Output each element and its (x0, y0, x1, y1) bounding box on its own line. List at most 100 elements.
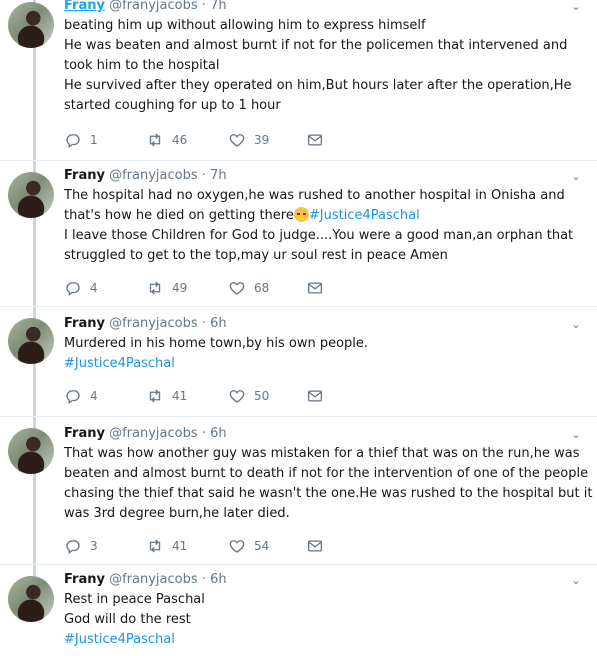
tweet[interactable]: Frany @franyjacobs · 7h The hospital had… (0, 160, 597, 307)
tweet-header: Frany @franyjacobs · 6h (64, 426, 567, 442)
author-name[interactable]: Frany (64, 572, 105, 587)
chevron-down-icon[interactable]: ⌄ (569, 428, 583, 442)
reply-count: 1 (90, 133, 98, 147)
retweet-icon (149, 389, 161, 403)
text-line: took him to the hospital (64, 58, 220, 73)
tweet[interactable]: Frany @franyjacobs · 6h Rest in peace Pa… (0, 564, 597, 656)
timestamp[interactable]: 7h (210, 168, 227, 183)
separator-dot: · (201, 0, 206, 13)
author-handle[interactable]: @franyjacobs (109, 572, 198, 587)
text-segment: that's how he died on getting there (64, 208, 294, 223)
author-name[interactable]: Frany (64, 316, 105, 331)
author-handle[interactable]: @franyjacobs (109, 426, 198, 441)
reply-count: 4 (90, 389, 98, 403)
text-line: Rest in peace Paschal (64, 592, 205, 607)
tweet-header: Frany @franyjacobs · 7h (64, 168, 567, 184)
text-line: That was how another guy was mistaken fo… (64, 446, 580, 461)
dm-button[interactable] (306, 130, 324, 150)
retweet-button[interactable]: 49 (146, 278, 187, 298)
tweet-text: The hospital had no oxygen,he was rushed… (64, 186, 573, 266)
mail-icon (307, 390, 323, 402)
tweet-text: That was how another guy was mistaken fo… (64, 444, 592, 524)
dm-button[interactable] (306, 536, 324, 556)
avatar[interactable] (8, 2, 54, 48)
retweet-icon (149, 539, 161, 553)
chevron-down-icon[interactable]: ⌄ (569, 170, 583, 184)
text-line: that's how he died on getting there #Just… (64, 206, 567, 226)
retweet-button[interactable]: 41 (146, 386, 187, 406)
avatar[interactable] (8, 172, 54, 218)
avatar[interactable] (8, 576, 54, 622)
reply-button[interactable]: 4 (64, 278, 98, 298)
heart-icon (229, 390, 245, 403)
hashtag-link[interactable]: #Justice4Paschal (64, 632, 175, 647)
timestamp[interactable]: 6h (210, 316, 227, 331)
like-button[interactable]: 50 (228, 386, 269, 406)
tweet[interactable]: Frany @franyjacobs · 7h beating him up w… (0, 0, 597, 161)
author-handle[interactable]: @franyjacobs (109, 0, 198, 13)
text-line: God will do the rest (64, 612, 191, 627)
like-button[interactable]: 39 (228, 130, 269, 150)
heart-icon (229, 134, 245, 147)
text-line: The hospital had no oxygen,he was rushed… (64, 188, 565, 203)
tweet-text: Rest in peace Paschal God will do the re… (64, 590, 567, 650)
tweet[interactable]: Frany @franyjacobs · 6h Murdered in his … (0, 306, 597, 417)
chevron-down-icon[interactable]: ⌄ (569, 574, 583, 588)
retweet-button[interactable]: 46 (146, 130, 187, 150)
avatar[interactable] (8, 428, 54, 474)
like-count: 50 (254, 389, 270, 403)
author-name[interactable]: Frany (64, 426, 105, 441)
text-line: was 3rd degree burn,he later died. (64, 506, 290, 521)
separator-dot: · (201, 426, 206, 441)
heart-icon (229, 540, 245, 553)
reply-icon (66, 282, 80, 297)
chevron-down-icon[interactable]: ⌄ (569, 0, 583, 14)
like-button[interactable]: 68 (228, 278, 269, 298)
author-name[interactable]: Frany (64, 0, 105, 13)
mail-icon (307, 134, 323, 146)
tweet-text: beating him up without allowing him to e… (64, 16, 572, 116)
text-line: beating him up without allowing him to e… (64, 18, 426, 33)
separator-dot: · (201, 572, 206, 587)
avatar[interactable] (8, 318, 54, 364)
tweet-header: Frany @franyjacobs · 6h (64, 572, 567, 588)
reply-button[interactable]: 4 (64, 386, 98, 406)
retweet-button[interactable]: 41 (146, 536, 187, 556)
retweet-count: 41 (172, 539, 188, 553)
timestamp[interactable]: 6h (210, 426, 227, 441)
like-count: 39 (254, 133, 270, 147)
like-count: 54 (254, 539, 270, 553)
author-handle[interactable]: @franyjacobs (109, 168, 198, 183)
reply-icon (66, 540, 80, 555)
chevron-down-icon[interactable]: ⌄ (569, 318, 583, 332)
tweet-text: Murdered in his home town,by his own peo… (64, 334, 567, 374)
reply-icon (66, 390, 80, 405)
separator-dot: · (201, 168, 206, 183)
author-handle[interactable]: @franyjacobs (109, 316, 198, 331)
hashtag-link[interactable]: #Justice4Paschal (309, 208, 420, 223)
hashtag-link[interactable]: #Justice4Paschal (64, 356, 175, 371)
dm-button[interactable] (306, 386, 324, 406)
text-line: struggled to get to the top,may ur soul … (64, 248, 448, 263)
text-line: #Justice4Paschal (64, 354, 567, 374)
mail-icon (307, 540, 323, 552)
timestamp[interactable]: 7h (210, 0, 227, 13)
mail-icon (307, 282, 323, 294)
reply-count: 3 (90, 539, 98, 553)
text-line: He was beaten and almost burnt if not fo… (64, 38, 568, 53)
reply-button[interactable]: 1 (64, 130, 98, 150)
dm-button[interactable] (306, 278, 324, 298)
tweet-header: Frany @franyjacobs · 7h (64, 0, 567, 14)
author-name[interactable]: Frany (64, 168, 105, 183)
text-line: #Justice4Paschal (64, 630, 567, 650)
tweet[interactable]: Frany @franyjacobs · 6h That was how ano… (0, 416, 597, 565)
text-line: beaten and almost burnt to death if not … (64, 466, 589, 481)
text-line: He survived after they operated on him,B… (64, 78, 572, 93)
timestamp[interactable]: 6h (210, 572, 227, 587)
like-button[interactable]: 54 (228, 536, 269, 556)
reply-button[interactable]: 3 (64, 536, 98, 556)
retweet-count: 46 (172, 133, 188, 147)
retweet-icon (149, 281, 161, 295)
relieved-face-emoji-icon (293, 207, 309, 222)
separator-dot: · (201, 316, 206, 331)
